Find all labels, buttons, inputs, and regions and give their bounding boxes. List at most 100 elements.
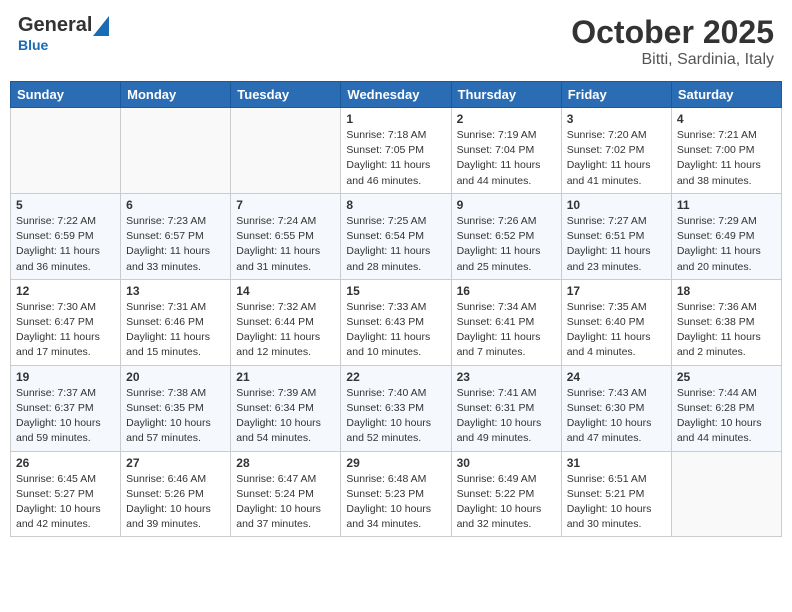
month-title: October 2025: [571, 14, 774, 51]
calendar-cell: 21Sunrise: 7:39 AM Sunset: 6:34 PM Dayli…: [231, 365, 341, 451]
calendar-cell: 13Sunrise: 7:31 AM Sunset: 6:46 PM Dayli…: [121, 279, 231, 365]
calendar-table: SundayMondayTuesdayWednesdayThursdayFrid…: [10, 81, 782, 537]
calendar-week-1: 1Sunrise: 7:18 AM Sunset: 7:05 PM Daylig…: [11, 108, 782, 194]
day-info: Sunrise: 7:41 AM Sunset: 6:31 PM Dayligh…: [457, 386, 556, 447]
day-info: Sunrise: 7:43 AM Sunset: 6:30 PM Dayligh…: [567, 386, 666, 447]
weekday-header-tuesday: Tuesday: [231, 82, 341, 108]
weekday-header-friday: Friday: [561, 82, 671, 108]
calendar-week-2: 5 Sunrise: 7:22 AM Sunset: 6:59 PM Daylig…: [11, 193, 782, 279]
day-info: Sunrise: 7:37 AM Sunset: 6:37 PM Dayligh…: [16, 386, 115, 447]
calendar-cell: 16 Sunrise: 7:34 AM Sunset: 6:41 PM Dayli…: [451, 279, 561, 365]
day-number: 8: [346, 198, 445, 212]
calendar-cell: 18 Sunrise: 7:36 AM Sunset: 6:38 PM Dayli…: [671, 279, 781, 365]
day-number: 31: [567, 456, 666, 470]
weekday-header-monday: Monday: [121, 82, 231, 108]
day-number: 4: [677, 112, 776, 126]
day-info: Sunrise: 7:40 AM Sunset: 6:33 PM Dayligh…: [346, 386, 445, 447]
calendar-cell: 6 Sunrise: 7:23 AM Sunset: 6:57 PM Daylig…: [121, 193, 231, 279]
calendar-cell: 22 Sunrise: 7:40 AM Sunset: 6:33 PM Dayli…: [341, 365, 451, 451]
calendar-cell: 7Sunrise: 7:24 AM Sunset: 6:55 PM Daylig…: [231, 193, 341, 279]
day-number: 25: [677, 370, 776, 384]
day-number: 10: [567, 198, 666, 212]
logo-general-black: General: [18, 14, 92, 36]
calendar-cell: 19 Sunrise: 7:37 AM Sunset: 6:37 PM Dayli…: [11, 365, 121, 451]
day-number: 13: [126, 284, 225, 298]
day-info: Sunrise: 6:46 AM Sunset: 5:26 PM Dayligh…: [126, 472, 225, 533]
day-info: Sunrise: 6:49 AM Sunset: 5:22 PM Dayligh…: [457, 472, 556, 533]
calendar-cell: 3 Sunrise: 7:20 AM Sunset: 7:02 PM Daylig…: [561, 108, 671, 194]
day-number: 26: [16, 456, 115, 470]
calendar-cell: 10 Sunrise: 7:27 AM Sunset: 6:51 PM Dayli…: [561, 193, 671, 279]
calendar-cell: 8 Sunrise: 7:25 AM Sunset: 6:54 PM Daylig…: [341, 193, 451, 279]
calendar-cell: 24 Sunrise: 7:43 AM Sunset: 6:30 PM Dayli…: [561, 365, 671, 451]
day-info: Sunrise: 7:22 AM Sunset: 6:59 PM Dayligh…: [16, 214, 115, 275]
day-info: Sunrise: 7:34 AM Sunset: 6:41 PM Dayligh…: [457, 300, 556, 361]
weekday-header-thursday: Thursday: [451, 82, 561, 108]
day-number: 3: [567, 112, 666, 126]
weekday-header-sunday: Sunday: [11, 82, 121, 108]
title-block: October 2025 Bitti, Sardinia, Italy: [571, 14, 774, 69]
day-info: Sunrise: 7:32 AM Sunset: 6:44 PM Dayligh…: [236, 300, 335, 361]
day-number: 19: [16, 370, 115, 384]
day-info: Sunrise: 7:38 AM Sunset: 6:35 PM Dayligh…: [126, 386, 225, 447]
weekday-header-wednesday: Wednesday: [341, 82, 451, 108]
day-number: 5: [16, 198, 115, 212]
day-number: 27: [126, 456, 225, 470]
day-info: Sunrise: 7:44 AM Sunset: 6:28 PM Dayligh…: [677, 386, 776, 447]
calendar-cell: [231, 108, 341, 194]
day-number: 16: [457, 284, 556, 298]
calendar-header-row: SundayMondayTuesdayWednesdayThursdayFrid…: [11, 82, 782, 108]
day-info: Sunrise: 6:45 AM Sunset: 5:27 PM Dayligh…: [16, 472, 115, 533]
day-number: 20: [126, 370, 225, 384]
day-info: Sunrise: 7:26 AM Sunset: 6:52 PM Dayligh…: [457, 214, 556, 275]
calendar-cell: 12 Sunrise: 7:30 AM Sunset: 6:47 PM Dayli…: [11, 279, 121, 365]
day-info: Sunrise: 7:18 AM Sunset: 7:05 PM Dayligh…: [346, 128, 445, 189]
calendar-cell: 23 Sunrise: 7:41 AM Sunset: 6:31 PM Dayli…: [451, 365, 561, 451]
calendar-cell: 20 Sunrise: 7:38 AM Sunset: 6:35 PM Dayli…: [121, 365, 231, 451]
day-number: 14: [236, 284, 335, 298]
day-number: 22: [346, 370, 445, 384]
calendar-cell: 2 Sunrise: 7:19 AM Sunset: 7:04 PM Daylig…: [451, 108, 561, 194]
day-number: 28: [236, 456, 335, 470]
calendar-cell: 27 Sunrise: 6:46 AM Sunset: 5:26 PM Dayli…: [121, 451, 231, 537]
calendar-cell: 17 Sunrise: 7:35 AM Sunset: 6:40 PM Dayli…: [561, 279, 671, 365]
day-info: Sunrise: 7:39 AM Sunset: 6:34 PM Dayligh…: [236, 386, 335, 447]
day-number: 24: [567, 370, 666, 384]
day-info: Sunrise: 7:19 AM Sunset: 7:04 PM Dayligh…: [457, 128, 556, 189]
location-text: Bitti, Sardinia, Italy: [571, 51, 774, 69]
day-number: 15: [346, 284, 445, 298]
calendar-cell: 4 Sunrise: 7:21 AM Sunset: 7:00 PM Daylig…: [671, 108, 781, 194]
calendar-cell: 31Sunrise: 6:51 AM Sunset: 5:21 PM Dayli…: [561, 451, 671, 537]
day-info: Sunrise: 7:35 AM Sunset: 6:40 PM Dayligh…: [567, 300, 666, 361]
day-number: 23: [457, 370, 556, 384]
day-info: Sunrise: 7:24 AM Sunset: 6:55 PM Dayligh…: [236, 214, 335, 275]
day-info: Sunrise: 7:27 AM Sunset: 6:51 PM Dayligh…: [567, 214, 666, 275]
calendar-week-4: 19 Sunrise: 7:37 AM Sunset: 6:37 PM Dayli…: [11, 365, 782, 451]
calendar-cell: 25 Sunrise: 7:44 AM Sunset: 6:28 PM Dayli…: [671, 365, 781, 451]
calendar-cell: 15Sunrise: 7:33 AM Sunset: 6:43 PM Dayli…: [341, 279, 451, 365]
day-number: 30: [457, 456, 556, 470]
day-info: Sunrise: 6:47 AM Sunset: 5:24 PM Dayligh…: [236, 472, 335, 533]
calendar-cell: 9 Sunrise: 7:26 AM Sunset: 6:52 PM Daylig…: [451, 193, 561, 279]
day-info: Sunrise: 7:23 AM Sunset: 6:57 PM Dayligh…: [126, 214, 225, 275]
logo-blue-text: Blue: [18, 37, 48, 53]
day-info: Sunrise: 7:25 AM Sunset: 6:54 PM Dayligh…: [346, 214, 445, 275]
day-info: Sunrise: 7:20 AM Sunset: 7:02 PM Dayligh…: [567, 128, 666, 189]
day-info: Sunrise: 7:30 AM Sunset: 6:47 PM Dayligh…: [16, 300, 115, 361]
day-number: 6: [126, 198, 225, 212]
calendar-cell: [121, 108, 231, 194]
day-number: 9: [457, 198, 556, 212]
day-number: 2: [457, 112, 556, 126]
day-number: 18: [677, 284, 776, 298]
day-number: 17: [567, 284, 666, 298]
calendar-cell: 30 Sunrise: 6:49 AM Sunset: 5:22 PM Dayli…: [451, 451, 561, 537]
day-number: 12: [16, 284, 115, 298]
weekday-header-saturday: Saturday: [671, 82, 781, 108]
day-info: Sunrise: 7:36 AM Sunset: 6:38 PM Dayligh…: [677, 300, 776, 361]
day-info: Sunrise: 7:29 AM Sunset: 6:49 PM Dayligh…: [677, 214, 776, 275]
page-header: General Blue October 2025 Bitti, Sardini…: [10, 10, 782, 73]
day-info: Sunrise: 6:48 AM Sunset: 5:23 PM Dayligh…: [346, 472, 445, 533]
calendar-week-5: 26 Sunrise: 6:45 AM Sunset: 5:27 PM Dayli…: [11, 451, 782, 537]
calendar-cell: [11, 108, 121, 194]
day-info: Sunrise: 7:21 AM Sunset: 7:00 PM Dayligh…: [677, 128, 776, 189]
